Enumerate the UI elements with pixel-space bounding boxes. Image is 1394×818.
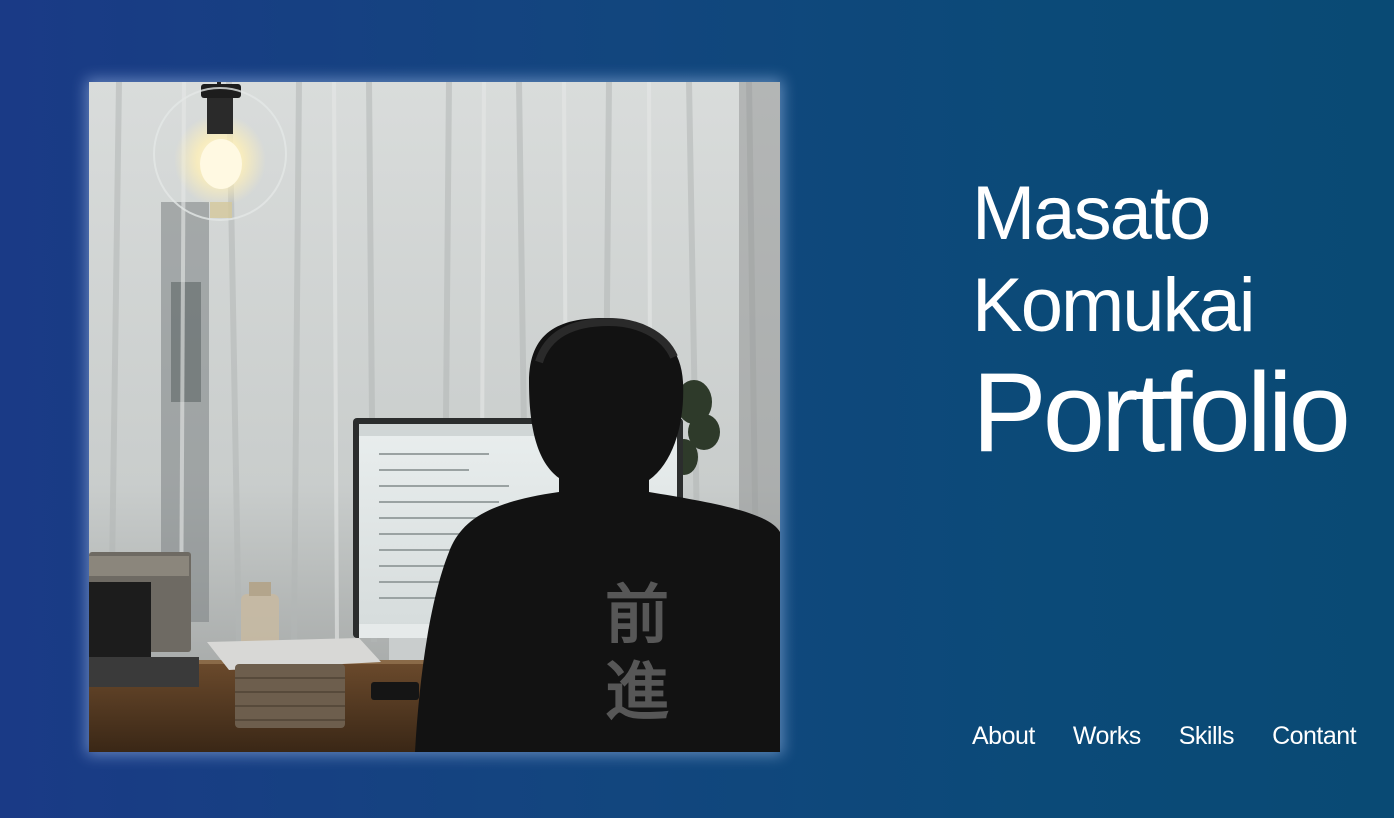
title-block: Masato Komukai Portfolio: [972, 168, 1372, 472]
nav-link-works[interactable]: Works: [1073, 722, 1141, 751]
shirt-text-line2: 進: [605, 656, 669, 730]
nav-link-about[interactable]: About: [972, 722, 1035, 751]
page-title: Portfolio: [972, 350, 1351, 475]
name-last: Komukai: [972, 263, 1256, 348]
shirt-text-line1: 前: [605, 579, 669, 653]
nav-link-skills[interactable]: Skills: [1179, 722, 1235, 751]
hero-photo: 前 進: [89, 82, 780, 752]
name-first: Masato: [972, 171, 1211, 256]
main-nav: About Works Skills Contant: [972, 722, 1357, 751]
nav-link-contact[interactable]: Contant: [1272, 722, 1357, 751]
